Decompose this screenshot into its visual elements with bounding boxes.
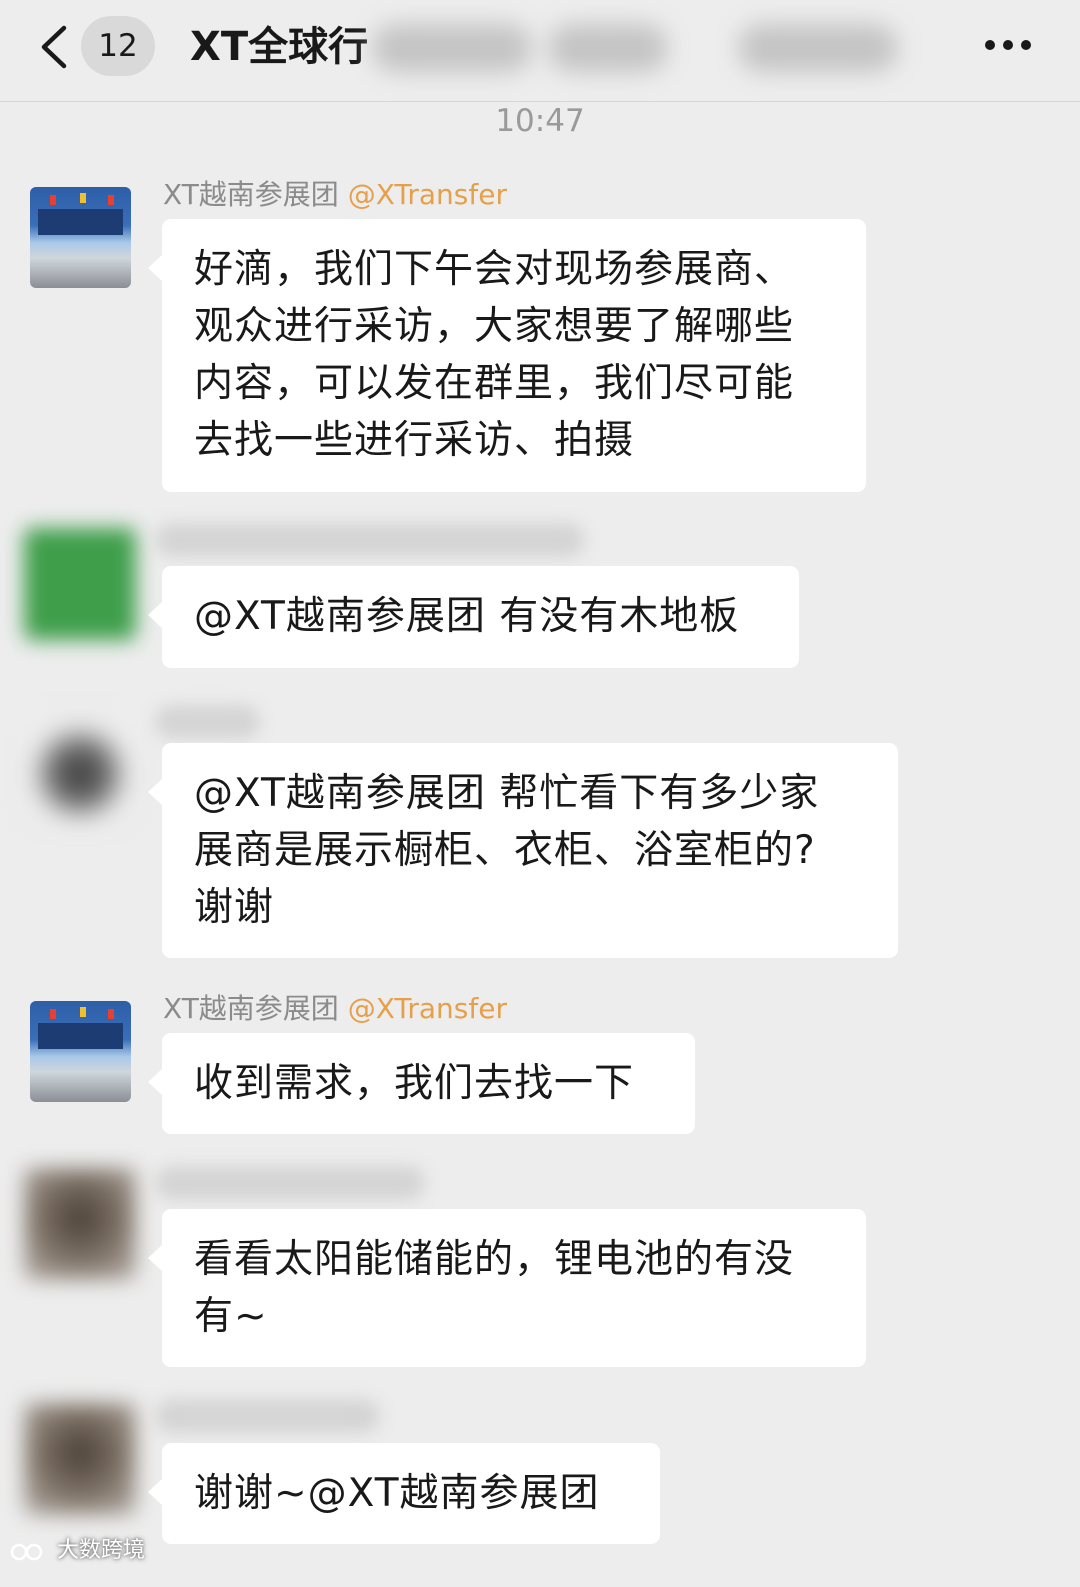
message-text-line: @XT越南参展团 有没有木地板 [194,594,740,639]
chat-title: XT全球行 [190,24,369,70]
sender-handle: @XTransfer [347,178,507,211]
message-text-line: 收到需求，我们去找一下 [194,1061,635,1106]
sender-name-blurred [155,705,260,739]
message-text-line: 好滴，我们下午会对现场参展商、 [194,247,795,292]
title-blurred-region [738,24,898,72]
message-text-line: 谢谢~@XT越南参展团 [194,1471,600,1516]
avatar[interactable] [24,1168,136,1280]
message-bubble[interactable]: 谢谢~@XT越南参展团 [148,1443,660,1544]
message-text-line: 观众进行采访，大家想要了解哪些 [194,304,795,349]
watermark-logo-icon [10,1543,43,1561]
watermark-text: 大数跨境 [57,1538,146,1563]
avatar[interactable] [24,1403,136,1515]
ellipsis-icon[interactable] [985,38,1035,52]
avatar[interactable] [24,528,136,640]
avatar[interactable] [30,187,131,288]
watermark: 大数跨境 [10,1537,145,1565]
title-blurred-region [372,24,532,72]
avatar[interactable] [30,1001,131,1102]
sender-name-blurred [155,1166,425,1200]
message-bubble[interactable]: 看看太阳能储能的，锂电池的有没 有~ [148,1209,866,1367]
chat-header: 12 XT全球行 [0,0,1080,102]
message-timestamp: 10:47 [495,103,585,139]
message-text-line: 有~ [194,1294,268,1339]
message-text-line: 谢谢 [194,885,275,930]
message-bubble[interactable]: @XT越南参展团 有没有木地板 [148,566,799,668]
sender-name-blurred [155,1399,380,1433]
sender-name: XT越南参展团 @XTransfer [163,177,507,213]
message-text-line: 去找一些进行采访、拍摄 [194,418,635,463]
sender-name: XT越南参展团 @XTransfer [163,991,507,1027]
sender-name-text: XT越南参展团 [163,178,339,211]
avatar[interactable] [24,712,136,824]
unread-count-badge[interactable]: 12 [81,16,155,76]
sender-handle: @XTransfer [347,992,507,1025]
message-text-line: 看看太阳能储能的，锂电池的有没 [194,1237,795,1282]
sender-name-text: XT越南参展团 [163,992,339,1025]
message-bubble[interactable]: 收到需求，我们去找一下 [148,1033,695,1134]
message-text-line: @XT越南参展团 帮忙看下有多少家 [194,771,820,816]
message-bubble[interactable]: 好滴，我们下午会对现场参展商、 观众进行采访，大家想要了解哪些 内容，可以发在群… [148,219,866,492]
message-text-line: 展商是展示橱柜、衣柜、浴室柜的? [194,828,816,873]
message-bubble[interactable]: @XT越南参展团 帮忙看下有多少家 展商是展示橱柜、衣柜、浴室柜的? 谢谢 [148,743,898,958]
title-blurred-region [548,24,668,72]
message-text-line: 内容，可以发在群里，我们尽可能 [194,361,795,406]
sender-name-blurred [155,523,585,557]
chevron-left-icon[interactable] [36,24,70,70]
